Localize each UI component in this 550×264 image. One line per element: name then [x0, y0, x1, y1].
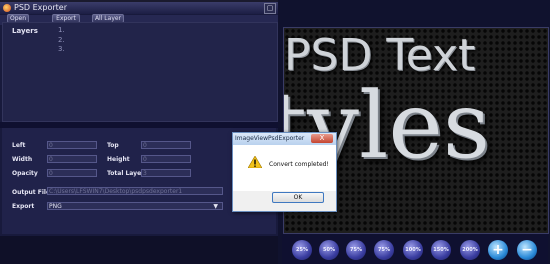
- left-label: Left: [12, 142, 26, 149]
- output-file-label: Output File: [12, 189, 51, 196]
- total-layer-field[interactable]: 3: [141, 169, 191, 177]
- title-bar: PSD Exporter ▢: [0, 2, 278, 14]
- export-label: Export: [12, 203, 35, 210]
- window-title: PSD Exporter: [14, 3, 68, 12]
- app-icon: [3, 4, 11, 12]
- layer-item[interactable]: 2.: [58, 36, 65, 44]
- opacity-field[interactable]: 0: [47, 169, 97, 177]
- zoom-25-button[interactable]: 25%: [292, 240, 312, 260]
- zoom-75-button[interactable]: 75%: [346, 240, 366, 260]
- dialog-title-bar: ImageViewPsdExporter X: [233, 133, 336, 145]
- warning-icon: [248, 156, 262, 168]
- width-label: Width: [12, 156, 33, 163]
- status-bar: [0, 236, 278, 264]
- zoom-100-button[interactable]: 100%: [403, 240, 423, 260]
- top-label: Top: [107, 142, 119, 149]
- export-format-value: PNG: [49, 203, 62, 210]
- chevron-down-icon: ▼: [213, 203, 218, 210]
- zoom-out-icon[interactable]: −: [517, 240, 537, 260]
- top-field[interactable]: 0: [141, 141, 191, 149]
- dialog-title: ImageViewPsdExporter: [235, 135, 305, 142]
- layers-panel: [2, 22, 278, 122]
- dialog-message: Convert completed!: [269, 161, 329, 168]
- ok-button[interactable]: OK: [272, 192, 324, 203]
- width-field[interactable]: 0: [47, 155, 97, 163]
- zoom-150-button[interactable]: 150%: [431, 240, 451, 260]
- dialog-body: Convert completed!: [233, 145, 336, 191]
- zoom-50-button[interactable]: 50%: [319, 240, 339, 260]
- total-layer-label: Total Layer: [107, 170, 145, 177]
- opacity-label: Opacity: [12, 170, 38, 177]
- layer-item[interactable]: 3.: [58, 45, 65, 53]
- zoom-in-icon[interactable]: +: [488, 240, 508, 260]
- zoom-75b-button[interactable]: 75%: [374, 240, 394, 260]
- export-format-select[interactable]: PNG ▼: [47, 202, 223, 210]
- zoom-200-button[interactable]: 200%: [460, 240, 480, 260]
- close-button[interactable]: X: [311, 134, 333, 143]
- layer-item[interactable]: 1.: [58, 26, 65, 34]
- left-field[interactable]: 0: [47, 141, 97, 149]
- layers-label: Layers: [12, 27, 38, 35]
- height-field[interactable]: 0: [141, 155, 191, 163]
- window-button[interactable]: ▢: [264, 3, 276, 14]
- output-file-field[interactable]: C:\Users\LFSWIN7\Desktop\psdpsdexporter1: [47, 187, 223, 195]
- height-label: Height: [107, 156, 130, 163]
